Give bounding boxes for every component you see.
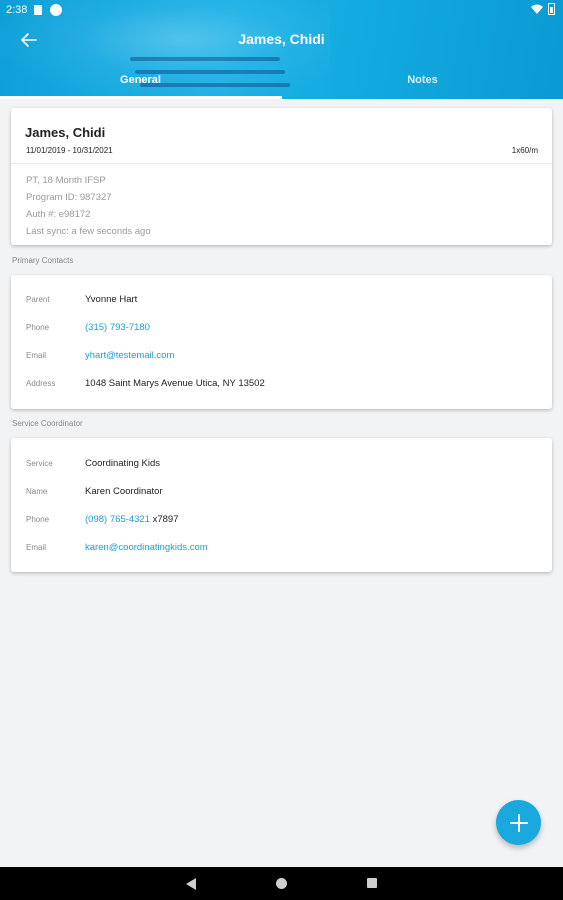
- app-header: 2:38 James, Chidi General Notes: [0, 0, 563, 99]
- program-id: Program ID: 987327: [26, 192, 112, 203]
- status-bar: 2:38: [0, 0, 563, 20]
- phone-label: Phone: [26, 515, 50, 524]
- coordinator-email-link[interactable]: karen@coordinatingkids.com: [85, 542, 208, 553]
- service-coordinator-heading: Service Coordinator: [12, 419, 83, 428]
- sim-card-icon: [34, 5, 42, 15]
- service-type: PT, 18 Month IFSP: [26, 175, 106, 186]
- coordinator-phone-link[interactable]: (098) 765-4321: [85, 514, 150, 525]
- service-name: Coordinating Kids: [85, 458, 160, 469]
- active-tab-indicator: [0, 96, 282, 99]
- nav-home-icon[interactable]: [276, 878, 287, 889]
- coordinator-phone-extension: x7897: [149, 514, 179, 525]
- email-label: Email: [26, 351, 47, 360]
- tab-general[interactable]: General: [0, 74, 281, 86]
- tab-notes[interactable]: Notes: [282, 74, 563, 86]
- notification-icon: [50, 4, 62, 16]
- wifi-icon: [531, 4, 543, 14]
- parent-email-link[interactable]: yhart@testemail.com: [85, 350, 174, 361]
- status-time: 2:38: [6, 4, 28, 16]
- page-title: James, Chidi: [238, 31, 325, 47]
- address-label: Address: [26, 379, 56, 388]
- plus-icon: [509, 813, 528, 832]
- nav-recents-icon[interactable]: [367, 878, 377, 888]
- service-coordinator-card: Service Coordinating Kids Name Karen Coo…: [11, 438, 552, 572]
- coordinator-phone: (098) 765-4321 x7897: [85, 514, 179, 525]
- service-frequency: 1x60/m: [511, 146, 538, 155]
- status-indicators: [531, 3, 555, 15]
- summary-card: James, Chidi 11/01/2019 - 10/31/2021 1x6…: [11, 108, 552, 245]
- auth-number: Auth #: e98172: [26, 209, 91, 220]
- authorization-date-range: 11/01/2019 - 10/31/2021: [26, 146, 113, 155]
- service-label: Service: [26, 459, 53, 468]
- email-label: Email: [26, 543, 47, 552]
- nav-back-icon[interactable]: [185, 878, 197, 890]
- name-label: Name: [26, 487, 48, 496]
- primary-contacts-heading: Primary Contacts: [12, 256, 74, 265]
- parent-address: 1048 Saint Marys Avenue Utica, NY 13502: [85, 378, 265, 389]
- parent-name: Yvonne Hart: [85, 294, 138, 305]
- battery-icon: [548, 3, 555, 15]
- add-button[interactable]: [496, 800, 541, 845]
- primary-contacts-card: Parent Yvonne Hart Phone (315) 793-7180 …: [11, 275, 552, 409]
- phone-label: Phone: [26, 323, 50, 332]
- card-divider: [11, 163, 552, 164]
- header-photo-stripe: [130, 57, 280, 61]
- coordinator-name: Karen Coordinator: [85, 486, 163, 497]
- client-name: James, Chidi: [25, 125, 106, 140]
- system-navigation-bar: [0, 867, 563, 900]
- parent-label: Parent: [26, 295, 50, 304]
- last-sync: Last sync: a few seconds ago: [26, 226, 151, 237]
- parent-phone-link[interactable]: (315) 793-7180: [85, 322, 150, 333]
